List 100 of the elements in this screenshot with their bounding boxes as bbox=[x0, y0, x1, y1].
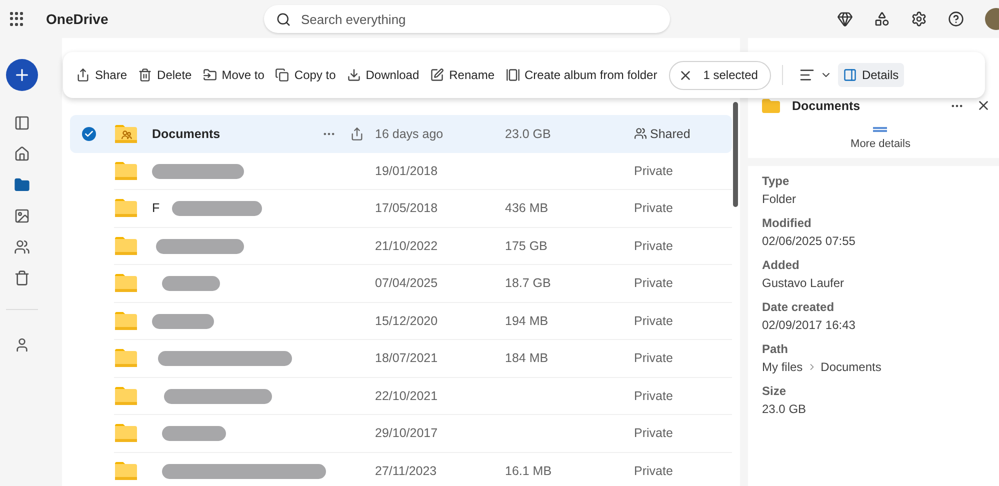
file-size: 16.1 MB bbox=[505, 464, 553, 478]
rename-icon bbox=[430, 68, 444, 82]
copy-button[interactable]: Copy to bbox=[270, 63, 341, 87]
people-icon bbox=[14, 336, 30, 352]
sharing-status: Private bbox=[634, 314, 673, 328]
modified-date: 07/04/2025 bbox=[375, 276, 439, 290]
folder-icon bbox=[762, 98, 780, 112]
folder-icon bbox=[114, 273, 138, 294]
app-launcher-icon[interactable] bbox=[10, 12, 24, 26]
sharing-status: Private bbox=[634, 164, 673, 178]
file-row[interactable]: 27/11/2023 16.1 MB Private bbox=[114, 452, 732, 486]
download-icon bbox=[346, 68, 361, 82]
album-icon bbox=[506, 68, 520, 82]
move-icon bbox=[202, 68, 217, 82]
scrollbar-thumb[interactable] bbox=[733, 102, 738, 207]
file-size: 18.7 GB bbox=[505, 276, 552, 290]
modified-date: 27/11/2023 bbox=[375, 464, 438, 478]
share-button[interactable]: Share bbox=[71, 63, 132, 87]
search-field[interactable]: Search everything bbox=[264, 5, 670, 33]
folder-icon bbox=[114, 160, 138, 181]
folder-icon bbox=[114, 423, 138, 444]
file-size: 436 MB bbox=[505, 201, 550, 216]
sharing-status: Private bbox=[634, 426, 673, 440]
file-row[interactable]: 15/12/2020 194 MB Private bbox=[114, 302, 732, 340]
sharing-status: Private bbox=[634, 464, 673, 478]
property-label: Added bbox=[762, 258, 800, 272]
create-button[interactable] bbox=[6, 59, 38, 91]
home-icon bbox=[14, 146, 30, 162]
file-size: 175 GB bbox=[505, 238, 548, 253]
details-button[interactable]: Details bbox=[838, 63, 904, 87]
photos-icon bbox=[14, 208, 30, 224]
file-row[interactable]: 29/10/2017 Private bbox=[114, 415, 732, 452]
help-icon[interactable] bbox=[948, 11, 964, 27]
folder-icon bbox=[114, 310, 138, 331]
file-row[interactable]: 22/10/2021 Private bbox=[114, 378, 732, 415]
file-name: Documents bbox=[152, 126, 220, 141]
property-value: Folder bbox=[762, 192, 798, 206]
sharing-status: Shared bbox=[634, 126, 690, 141]
album-button[interactable]: Create album from folder bbox=[500, 63, 662, 87]
modified-date: 29/10/2017 bbox=[375, 426, 439, 440]
property-label: Modified bbox=[762, 216, 812, 230]
file-row[interactable]: 19/01/2018 Private bbox=[114, 152, 732, 190]
folder-icon bbox=[114, 386, 138, 406]
search-icon bbox=[276, 12, 291, 26]
modified-date: 16 days ago bbox=[375, 126, 444, 141]
sharing-status: Private bbox=[634, 276, 673, 290]
path-segment[interactable]: Documents bbox=[820, 360, 882, 374]
file-row[interactable]: Documents 16 days ago 23.0 GB Shared bbox=[70, 115, 732, 152]
close-icon[interactable] bbox=[976, 98, 991, 113]
more-details-button[interactable]: More details bbox=[850, 127, 910, 150]
modified-date: 17/05/2018 bbox=[375, 201, 439, 216]
modified-date: 18/07/2021 bbox=[375, 351, 439, 366]
folder-icon bbox=[114, 236, 138, 256]
shared-folder-icon bbox=[114, 124, 138, 144]
file-size: 184 MB bbox=[505, 351, 550, 366]
property-label: Size bbox=[762, 384, 788, 398]
path-segment[interactable]: My files bbox=[762, 360, 803, 374]
pane-icon bbox=[14, 114, 30, 130]
file-row[interactable]: 21/10/2022 175 GB Private bbox=[114, 228, 732, 265]
sharing-status: Private bbox=[634, 238, 673, 253]
folder-icon bbox=[114, 198, 138, 218]
sharing-status: Private bbox=[634, 201, 673, 216]
move-button[interactable]: Move to bbox=[198, 63, 270, 87]
share-icon[interactable] bbox=[350, 126, 364, 141]
recycle-icon bbox=[14, 270, 30, 286]
file-row[interactable]: 18/07/2021 184 MB Private bbox=[114, 340, 732, 378]
file-size: 23.0 GB bbox=[505, 126, 552, 141]
diamond-icon[interactable] bbox=[837, 11, 853, 27]
sharing-status: Private bbox=[634, 351, 673, 366]
clear-selection-button[interactable]: 1 selected bbox=[669, 60, 771, 90]
property-value: 23.0 GB bbox=[762, 402, 808, 416]
property-value: 02/06/2025 07:55 bbox=[762, 234, 856, 248]
people-icon bbox=[634, 127, 647, 140]
download-button[interactable]: Download bbox=[342, 63, 424, 87]
search-input[interactable]: Search everything bbox=[299, 10, 658, 28]
details-title: Documents bbox=[792, 98, 862, 112]
modified-date: 22/10/2021 bbox=[375, 388, 439, 403]
shared-icon bbox=[14, 238, 30, 254]
rename-button[interactable]: Rename bbox=[425, 63, 500, 87]
sharing-status: Private bbox=[634, 388, 673, 403]
plus-icon bbox=[13, 66, 31, 84]
settings-icon[interactable] bbox=[911, 11, 927, 27]
files-icon bbox=[14, 176, 30, 192]
file-size: 194 MB bbox=[505, 314, 550, 328]
modified-date: 19/01/2018 bbox=[375, 164, 439, 178]
checkbox[interactable] bbox=[82, 126, 96, 141]
check-icon bbox=[84, 128, 94, 139]
file-row[interactable]: 07/04/2025 18.7 GB Private bbox=[114, 265, 732, 302]
delete-button[interactable]: Delete bbox=[133, 63, 197, 87]
file-name: F bbox=[152, 201, 160, 216]
modified-date: 15/12/2020 bbox=[375, 314, 439, 328]
property-label: Path bbox=[762, 342, 790, 356]
panel-icon bbox=[842, 68, 857, 82]
property-label: Date created bbox=[762, 300, 836, 314]
lines-icon bbox=[798, 67, 815, 83]
shapes-icon[interactable] bbox=[874, 11, 890, 27]
file-row[interactable]: F 17/05/2018 436 MB Private bbox=[114, 190, 732, 228]
folder-icon bbox=[114, 348, 138, 368]
property-label: Type bbox=[762, 174, 790, 188]
modified-date: 21/10/2022 bbox=[375, 238, 439, 253]
